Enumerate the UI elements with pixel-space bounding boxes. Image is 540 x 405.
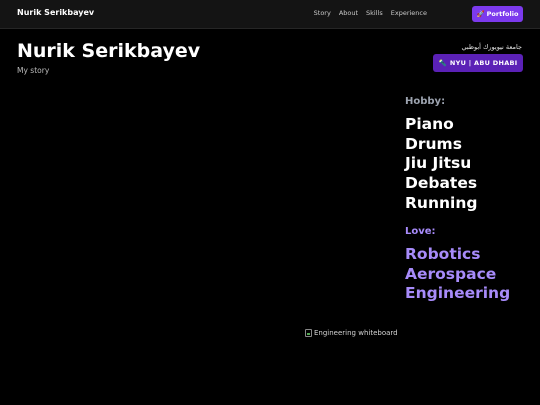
nav-link-experience[interactable]: Experience [391, 9, 427, 17]
broken-image-icon [305, 329, 312, 337]
love-heading: Love: [405, 226, 436, 237]
university-arabic-name: جامعة نيويورك أبوظبي [461, 43, 522, 51]
love-item: Robotics [405, 245, 481, 263]
love-item: Aerospace [405, 264, 497, 283]
hobby-item: Jiu Jitsu [405, 154, 472, 173]
nyu-badge: 🔦 NYU | ABU DHABI [433, 54, 523, 72]
image-alt-text: Engineering whiteboard [314, 329, 398, 337]
love-item: Engineering [405, 284, 511, 303]
navbar: Nurik Serikbayev Story About Skills Expe… [0, 0, 540, 29]
hobby-list: Piano Drums Jiu Jitsu Debates Running [405, 115, 477, 214]
engineering-whiteboard-image: Engineering whiteboard [305, 329, 398, 337]
hobby-item: Drums [405, 134, 462, 153]
page-subtitle: My story [17, 66, 50, 75]
nyu-badge-label: NYU | ABU DHABI [449, 59, 518, 67]
hobby-item: Piano [405, 115, 454, 133]
nav-links: Story About Skills Experience [314, 9, 427, 17]
love-list: Robotics Aerospace Engineering [405, 245, 510, 304]
hobby-heading: Hobby: [405, 96, 446, 107]
nav-link-skills[interactable]: Skills [366, 9, 383, 17]
brand-link[interactable]: Nurik Serikbayev [17, 8, 94, 17]
nav-link-story[interactable]: Story [314, 9, 331, 17]
portfolio-button-label: Portfolio [486, 10, 519, 18]
hobby-item: Debates [405, 174, 478, 193]
page-title: Nurik Serikbayev [17, 40, 201, 62]
nav-link-about[interactable]: About [339, 9, 358, 17]
flashlight-icon: 🔦 [438, 59, 447, 67]
portfolio-button[interactable]: 🚀 Portfolio [472, 6, 523, 22]
rocket-icon: 🚀 [476, 10, 485, 18]
hobby-item: Running [405, 193, 478, 212]
